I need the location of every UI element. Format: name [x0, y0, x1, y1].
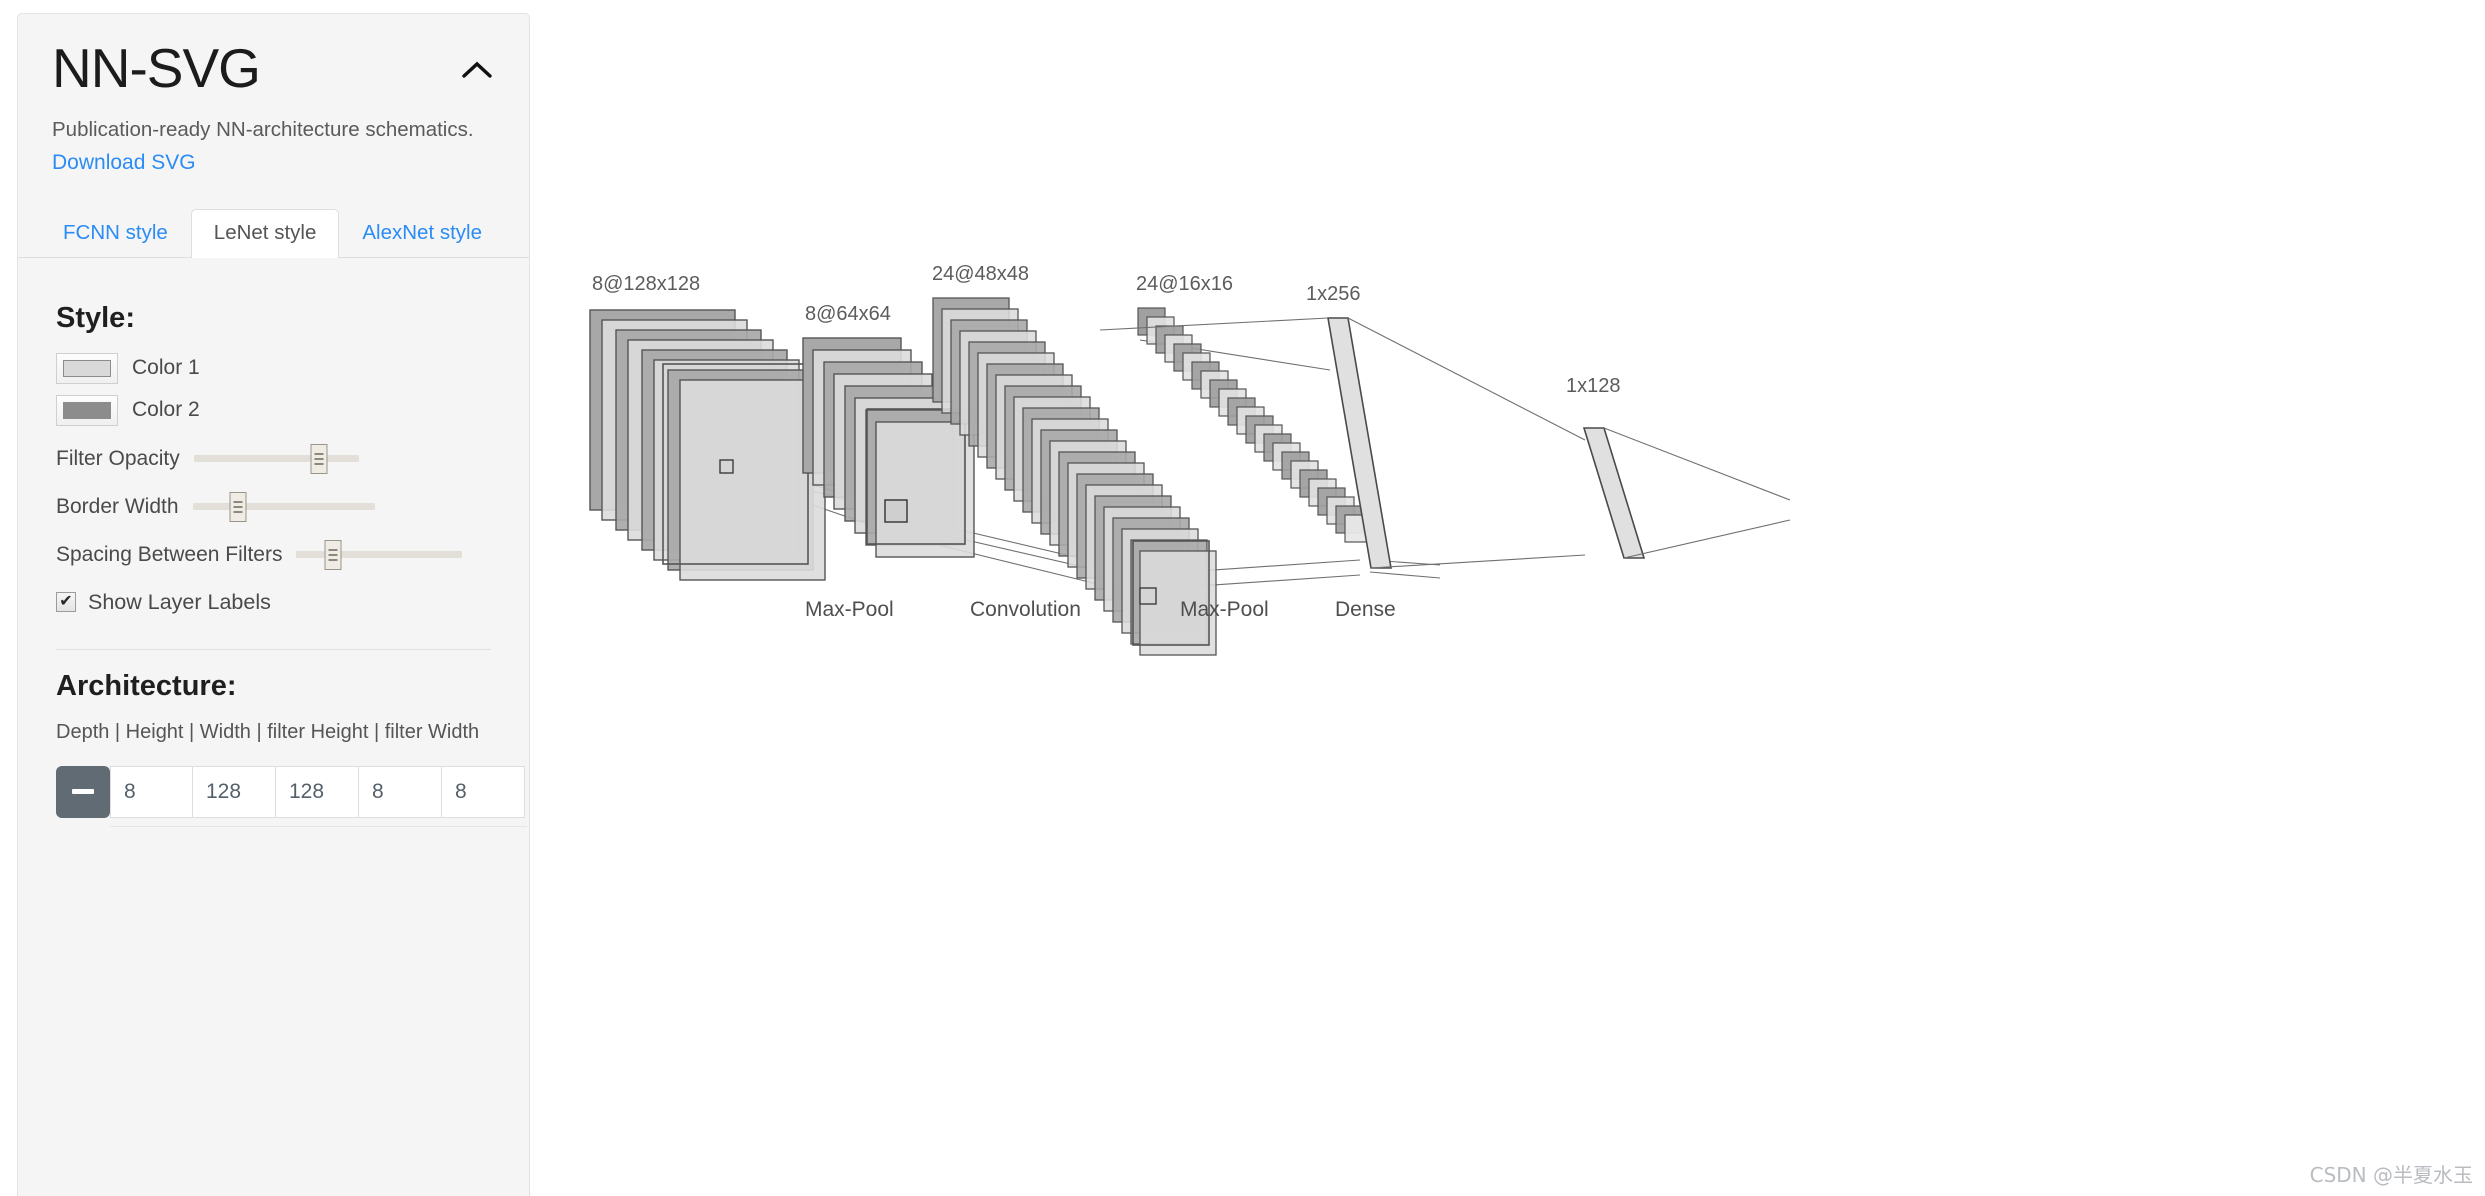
network-diagram-svg: 8@128x128 8@64x64 Max-Pool 24@48x48 Conv… [589, 263, 1791, 656]
page-title: NN-SVG [52, 37, 261, 99]
border-width-row: Border Width [56, 491, 491, 522]
color-1-swatch-button[interactable] [56, 352, 118, 384]
layer-2-dim-label: 8@64x64 [805, 303, 891, 325]
filter-opacity-row: Filter Opacity [56, 443, 491, 474]
filter-opacity-slider[interactable] [193, 443, 359, 474]
layer-1-dim-label: 8@128x128 [592, 273, 700, 295]
panel-body: Style: Color 1 Color 2 Filter Opacity Bo… [18, 258, 529, 840]
spacing-between-filters-slider[interactable] [296, 539, 463, 570]
app-subtitle: Publication-ready NN-architecture schema… [52, 117, 474, 141]
architecture-cells: 8 128 128 8 8 [110, 765, 525, 818]
height-input[interactable]: 128 [193, 765, 276, 818]
layer-4-dim-label: 24@16x16 [1136, 273, 1233, 295]
show-layer-labels-row: ✔ Show Layer Labels [56, 590, 491, 615]
filter-width-input[interactable]: 8 [442, 765, 525, 818]
receptive-field-marker [719, 459, 734, 474]
layer-stack-1 [589, 309, 826, 581]
layer-3-type-label: Convolution [970, 598, 1081, 621]
section-divider [56, 648, 491, 650]
color-1-swatch [63, 359, 111, 377]
architecture-hint: Depth | Height | Width | filter Height |… [56, 720, 480, 743]
slider-thumb[interactable] [229, 491, 247, 522]
architecture-next-row-partial [110, 825, 527, 840]
dense-1-dim-label: 1x256 [1306, 283, 1361, 305]
filter-opacity-label: Filter Opacity [56, 446, 180, 470]
slider-track [192, 503, 375, 511]
width-input[interactable]: 128 [276, 765, 359, 818]
color-row-2: Color 2 [56, 394, 491, 426]
border-width-label: Border Width [56, 494, 179, 518]
tab-lenet-style[interactable]: LeNet style [190, 209, 340, 258]
layer-2-type-label: Max-Pool [805, 598, 894, 621]
show-layer-labels-checkbox[interactable]: ✔ [56, 592, 76, 613]
color-2-swatch-button[interactable] [56, 394, 118, 426]
tab-fcnn-style[interactable]: FCNN style [40, 209, 191, 258]
style-tabs: FCNN style LeNet style AlexNet style [18, 202, 529, 258]
show-layer-labels-label: Show Layer Labels [88, 589, 271, 614]
receptive-field-marker [1139, 587, 1157, 605]
architecture-section-heading: Architecture: [56, 669, 237, 702]
color-row-1: Color 1 [56, 352, 491, 384]
layer-3-dim-label: 24@48x48 [932, 263, 1029, 285]
depth-input[interactable]: 8 [110, 765, 193, 818]
network-diagram: 8@128x128 8@64x64 Max-Pool 24@48x48 Conv… [540, 0, 2485, 1196]
dense-1-type-label: Dense [1335, 598, 1396, 621]
tab-alexnet-style[interactable]: AlexNet style [339, 209, 505, 258]
slider-thumb[interactable] [310, 443, 328, 474]
color-2-swatch [63, 401, 111, 419]
layer-4-type-label: Max-Pool [1180, 598, 1269, 621]
download-svg-link[interactable]: Download SVG [52, 151, 196, 175]
border-width-slider[interactable] [192, 491, 375, 522]
style-section-heading: Style: [56, 301, 135, 334]
slider-track [296, 551, 463, 559]
panel-header: NN-SVG Publication-ready NN-architecture… [18, 14, 529, 175]
app-root: NN-SVG Publication-ready NN-architecture… [0, 0, 2485, 1196]
dense-2-dim-label: 1x128 [1566, 375, 1621, 397]
remove-layer-button[interactable] [56, 765, 110, 818]
chevron-up-icon[interactable] [455, 48, 499, 92]
slider-track [193, 455, 359, 463]
spacing-between-filters-row: Spacing Between Filters [56, 539, 491, 570]
slider-thumb[interactable] [324, 539, 342, 570]
architecture-layer-row: 8 128 128 8 8 [56, 765, 525, 818]
color-1-label: Color 1 [132, 356, 200, 380]
spacing-between-filters-label: Spacing Between Filters [56, 542, 283, 566]
filter-height-input[interactable]: 8 [359, 765, 442, 818]
watermark: CSDN @半夏水玉 [2309, 1163, 2473, 1187]
control-panel: NN-SVG Publication-ready NN-architecture… [17, 13, 530, 1196]
dense-layer-2 [1582, 427, 1791, 559]
receptive-field-marker [884, 499, 908, 523]
color-2-label: Color 2 [132, 398, 200, 422]
